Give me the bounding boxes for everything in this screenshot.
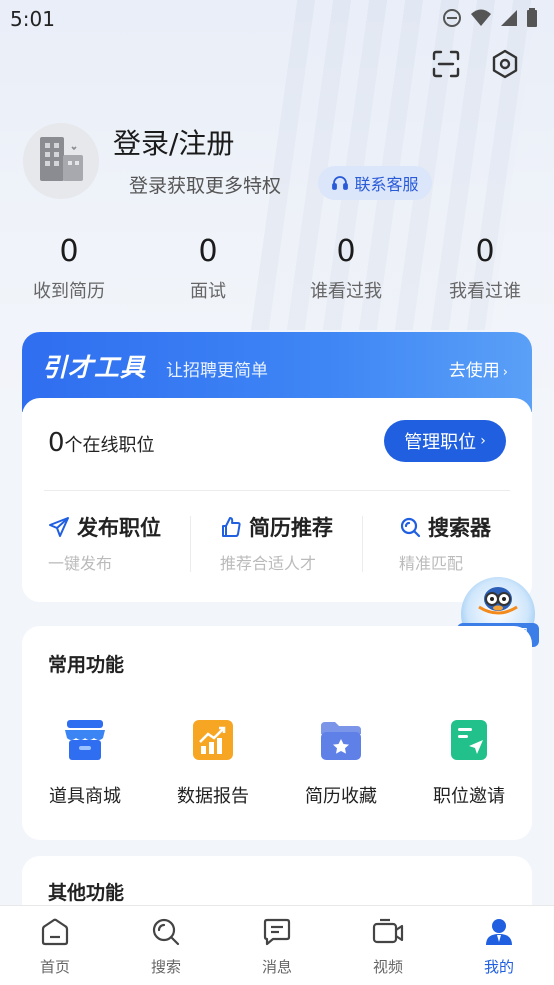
- other-functions-title: 其他功能: [48, 882, 125, 904]
- stat-i-viewed[interactable]: 0 我看过谁: [425, 232, 545, 303]
- nav-label: 搜索: [150, 958, 181, 976]
- stat-label: 收到简历: [33, 281, 105, 302]
- contact-service-button[interactable]: 联系客服: [318, 166, 432, 200]
- stat-who-viewed-me[interactable]: 0 谁看过我: [286, 232, 406, 303]
- gear-icon: [492, 49, 518, 79]
- post-job-title: 发布职位: [77, 516, 161, 540]
- recruit-tools-slogan: 让招聘更简单: [166, 361, 268, 381]
- avatar[interactable]: [23, 123, 99, 199]
- home-icon: [41, 918, 69, 946]
- message-icon: [263, 918, 291, 946]
- online-jobs-number: 0: [48, 428, 65, 458]
- recruit-tools-body: 0个在线职位 管理职位 › 发布职位 一键发布 简历推荐 推荐合适人才 搜索器 …: [22, 398, 532, 602]
- common-functions-title: 常用功能: [48, 654, 125, 676]
- headset-icon: [332, 176, 349, 190]
- search-icon: [152, 918, 180, 946]
- manage-jobs-label: 管理职位: [404, 432, 477, 453]
- resume-recommend-subtitle: 推荐合适人才: [220, 554, 317, 573]
- resume-recommend-title: 简历推荐: [249, 516, 333, 540]
- scan-icon: [432, 50, 460, 78]
- function-item-props-store[interactable]: 道具商城: [30, 716, 140, 808]
- divider: [190, 516, 191, 572]
- folder-star-icon: [321, 722, 361, 760]
- nav-label: 首页: [39, 958, 70, 976]
- nav-messages[interactable]: 消息: [237, 916, 317, 977]
- user-icon: [486, 919, 512, 945]
- function-item-resume-favorites[interactable]: 简历收藏: [286, 716, 396, 808]
- status-bar: 5:01: [0, 0, 554, 38]
- go-use-label: 去使用: [448, 361, 500, 381]
- nav-home[interactable]: 首页: [15, 916, 95, 977]
- function-label: 道具商城: [49, 786, 121, 807]
- stat-label: 我看过谁: [449, 281, 521, 302]
- dnd-icon: [443, 9, 461, 27]
- status-time: 5:01: [10, 7, 55, 31]
- divider: [44, 490, 510, 491]
- function-label: 数据报告: [177, 786, 249, 807]
- online-jobs-count: 0个在线职位: [48, 428, 155, 458]
- contact-service-label: 联系客服: [354, 175, 419, 194]
- status-icons: [442, 8, 538, 28]
- stats-row: 0 收到简历 0 面试 0 谁看过我 0 我看过谁: [0, 232, 554, 312]
- login-register-title[interactable]: 登录/注册: [113, 122, 234, 162]
- resume-recommend-item[interactable]: 简历推荐 推荐合适人才: [220, 512, 333, 574]
- searcher-title: 搜索器: [428, 516, 491, 540]
- paper-plane-icon: [49, 517, 69, 537]
- signal-icon: [501, 10, 517, 26]
- function-item-data-report[interactable]: 数据报告: [158, 716, 268, 808]
- stat-value: 0: [475, 234, 495, 269]
- chevron-right-icon: ›: [502, 365, 508, 380]
- divider: [362, 516, 363, 572]
- online-jobs-text: 个在线职位: [64, 435, 155, 456]
- search-icon: [400, 517, 421, 538]
- chart-icon: [193, 720, 233, 760]
- nav-label: 视频: [372, 958, 403, 976]
- searcher-item[interactable]: 搜索器 精准匹配: [399, 512, 491, 574]
- nav-video[interactable]: 视频: [348, 916, 428, 977]
- function-item-job-invite[interactable]: 职位邀请: [414, 716, 524, 808]
- function-label: 简历收藏: [305, 786, 377, 807]
- stat-interviews[interactable]: 0 面试: [148, 232, 268, 303]
- stat-resumes-received[interactable]: 0 收到简历: [9, 232, 129, 303]
- post-job-item[interactable]: 发布职位 一键发布: [48, 512, 161, 574]
- searcher-subtitle: 精准匹配: [399, 554, 464, 573]
- scan-button[interactable]: [428, 46, 464, 82]
- stat-value: 0: [198, 234, 218, 269]
- go-use-link[interactable]: 去使用 ›: [449, 356, 508, 381]
- bottom-navigation: 首页 搜索 消息 视频 我的: [0, 905, 554, 985]
- login-subtitle: 登录获取更多特权: [129, 175, 282, 197]
- stat-label: 谁看过我: [310, 281, 382, 302]
- nav-mine[interactable]: 我的: [459, 916, 539, 977]
- recruit-tools-logo: 引才工具: [42, 353, 147, 382]
- stat-label: 面试: [190, 281, 226, 302]
- settings-button[interactable]: [487, 46, 523, 82]
- recruit-tools-card: 引才工具 让招聘更简单 去使用 › 0个在线职位 管理职位 › 发布职位 一键发布: [22, 332, 532, 602]
- common-functions-card: 常用功能 道具商城 数据报告 简历收藏 职位邀请: [22, 626, 532, 840]
- chevron-right-icon: ›: [480, 433, 486, 449]
- wifi-icon: [471, 9, 491, 26]
- building-avatar-icon: [40, 137, 83, 181]
- nav-label: 我的: [483, 958, 514, 976]
- video-icon: [372, 918, 404, 944]
- thumbs-up-icon: [222, 517, 241, 537]
- nav-search[interactable]: 搜索: [126, 916, 206, 977]
- battery-icon: [527, 8, 537, 27]
- store-icon: [65, 720, 105, 760]
- function-label: 职位邀请: [433, 786, 505, 807]
- manage-jobs-button[interactable]: 管理职位 ›: [384, 420, 506, 462]
- stat-value: 0: [336, 234, 356, 269]
- stat-value: 0: [59, 234, 79, 269]
- nav-label: 消息: [261, 958, 292, 976]
- post-job-subtitle: 一键发布: [48, 554, 113, 573]
- invite-icon: [451, 720, 487, 760]
